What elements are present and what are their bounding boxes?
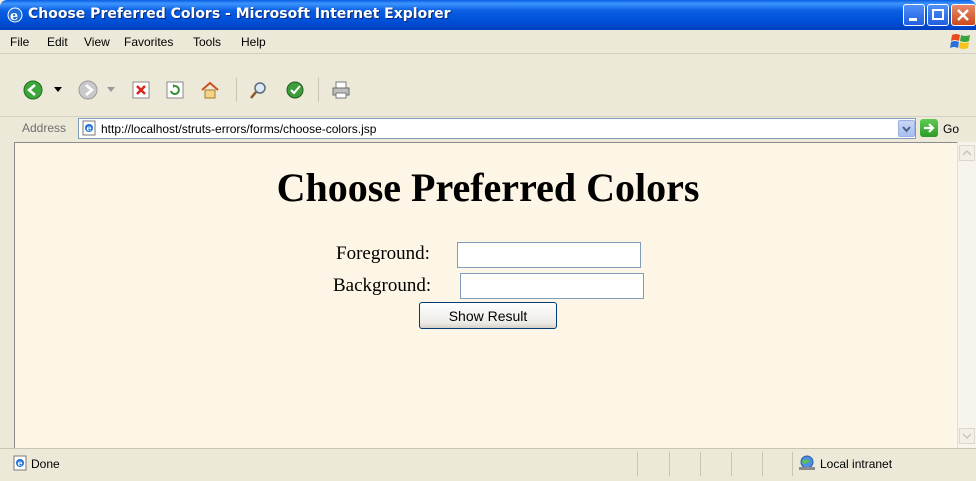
status-separator bbox=[731, 452, 732, 476]
maximize-icon bbox=[932, 9, 944, 20]
status-text: Done bbox=[31, 457, 60, 471]
minimize-icon bbox=[909, 18, 917, 21]
go-button[interactable] bbox=[920, 119, 938, 137]
close-button[interactable] bbox=[951, 4, 976, 26]
status-separator bbox=[700, 452, 701, 476]
toolbar-separator bbox=[318, 78, 319, 102]
arrow-right-icon bbox=[924, 123, 935, 133]
home-icon[interactable] bbox=[199, 79, 221, 101]
menu-file[interactable]: File bbox=[10, 35, 29, 49]
foreground-label: Foreground: bbox=[336, 243, 430, 264]
menu-view[interactable]: View bbox=[84, 35, 110, 49]
show-result-button[interactable]: Show Result bbox=[419, 302, 557, 329]
menu-favorites[interactable]: Favorites bbox=[124, 35, 173, 49]
chevron-down-icon bbox=[962, 433, 972, 440]
svg-text:e: e bbox=[87, 123, 92, 133]
security-zone: Local intranet bbox=[820, 457, 893, 471]
toolbar-separator bbox=[236, 78, 237, 102]
status-separator bbox=[637, 452, 638, 476]
status-separator bbox=[669, 452, 670, 476]
close-icon bbox=[957, 9, 969, 21]
windows-logo-icon bbox=[950, 34, 970, 49]
minimize-button[interactable] bbox=[903, 4, 925, 26]
svg-text:e: e bbox=[18, 458, 23, 468]
local-intranet-icon bbox=[799, 455, 815, 470]
status-separator bbox=[762, 452, 763, 476]
background-label: Background: bbox=[333, 275, 432, 296]
menu-help[interactable]: Help bbox=[241, 35, 266, 49]
window-title: Choose Preferred Colors - Microsoft Inte… bbox=[28, 6, 451, 22]
address-url[interactable]: http://localhost/struts-errors/forms/cho… bbox=[101, 122, 376, 136]
address-label: Address bbox=[22, 121, 67, 135]
background-input[interactable] bbox=[460, 273, 644, 299]
favorites-icon[interactable] bbox=[284, 79, 306, 101]
forward-icon[interactable] bbox=[77, 79, 99, 101]
status-separator bbox=[792, 452, 793, 476]
forward-dropdown-icon[interactable] bbox=[107, 87, 115, 93]
foreground-input[interactable] bbox=[457, 242, 641, 268]
stop-icon[interactable] bbox=[130, 79, 152, 101]
title-bar[interactable]: e Choose Preferred Colors - Microsoft In… bbox=[0, 0, 976, 30]
scroll-up-button[interactable] bbox=[959, 145, 975, 161]
scroll-down-button[interactable] bbox=[959, 428, 975, 444]
address-dropdown-button[interactable] bbox=[898, 120, 915, 137]
chevron-up-icon bbox=[962, 149, 972, 156]
menu-tools[interactable]: Tools bbox=[193, 35, 221, 49]
ie-icon: e bbox=[7, 7, 23, 24]
search-icon[interactable] bbox=[248, 79, 270, 101]
page-title: Choose Preferred Colors bbox=[276, 165, 700, 210]
print-icon[interactable] bbox=[330, 79, 352, 101]
page-icon: e bbox=[82, 120, 96, 136]
chevron-down-icon bbox=[902, 126, 911, 133]
page-done-icon: e bbox=[13, 455, 27, 471]
refresh-icon[interactable] bbox=[164, 79, 186, 101]
svg-text:e: e bbox=[10, 9, 18, 24]
back-dropdown-icon[interactable] bbox=[54, 87, 62, 93]
menu-edit[interactable]: Edit bbox=[47, 35, 68, 49]
go-label[interactable]: Go bbox=[943, 122, 959, 136]
maximize-button[interactable] bbox=[927, 4, 949, 26]
back-icon[interactable] bbox=[22, 79, 44, 101]
